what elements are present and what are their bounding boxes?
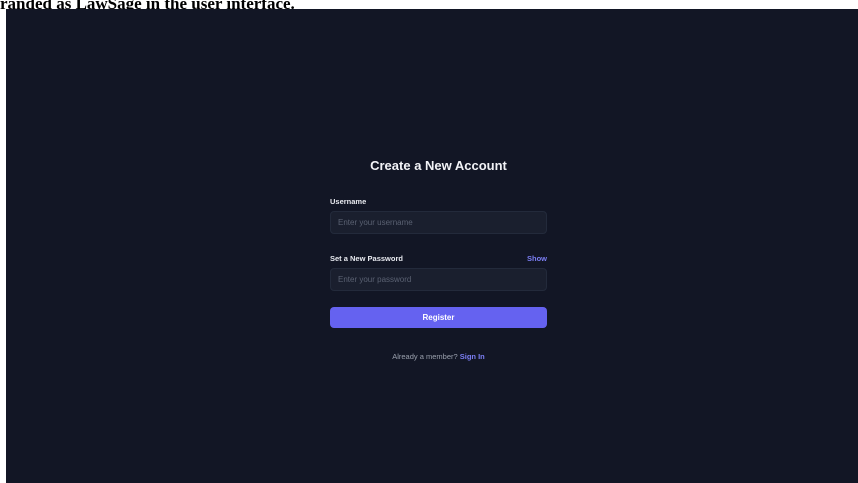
password-label: Set a New Password: [330, 253, 403, 263]
show-password-toggle[interactable]: Show: [527, 254, 547, 263]
signin-prompt: Already a member? Sign In: [330, 352, 547, 361]
signin-link[interactable]: Sign In: [460, 352, 485, 361]
register-button[interactable]: Register: [330, 307, 547, 328]
register-form: Create a New Account Username Set a New …: [330, 157, 547, 361]
password-label-row: Set a New Password Show: [330, 252, 547, 264]
username-label: Username: [330, 196, 367, 206]
member-text: Already a member?: [392, 352, 458, 361]
page-title: Create a New Account: [370, 158, 507, 173]
password-input[interactable]: [330, 268, 547, 291]
username-label-row: Username: [330, 195, 547, 207]
app-screen: Create a New Account Username Set a New …: [6, 9, 858, 483]
username-input[interactable]: [330, 211, 547, 234]
